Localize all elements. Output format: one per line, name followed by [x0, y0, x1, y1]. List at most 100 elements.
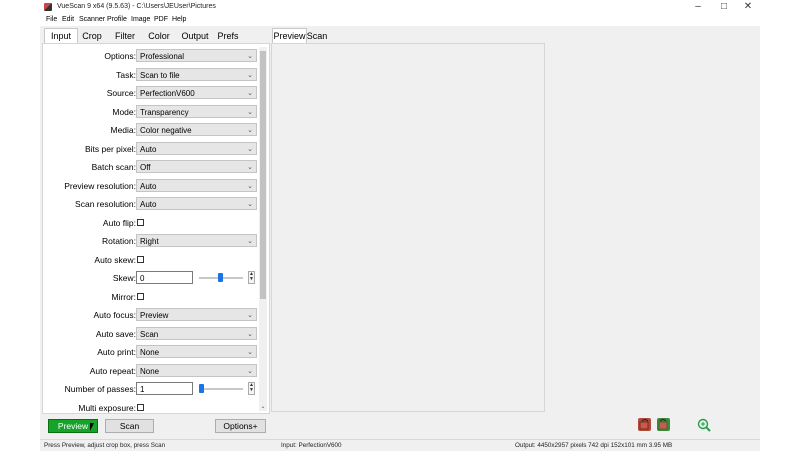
passes-label: Number of passes:: [64, 384, 136, 394]
close-icon[interactable]: ✕: [736, 0, 760, 14]
batch-row: Batch scan: Off ⌄: [43, 160, 261, 174]
batch-value: Off: [140, 163, 151, 172]
tab-color[interactable]: Color: [145, 29, 173, 43]
menu-file[interactable]: File: [46, 16, 57, 23]
chevron-down-icon: ⌄: [247, 182, 253, 190]
bottom-toolbar: Preview Scan Options+: [40, 414, 760, 438]
scan-button[interactable]: Scan: [105, 419, 154, 433]
scrollbar-thumb[interactable]: [260, 51, 266, 299]
status-output: Output: 4450x2957 pixels 742 dpi 152x101…: [515, 442, 673, 449]
auto-skew-checkbox[interactable]: [137, 255, 144, 263]
mode-dropdown[interactable]: Transparency ⌄: [136, 104, 257, 118]
media-dropdown[interactable]: Color negative ⌄: [136, 123, 257, 136]
auto-save-dropdown[interactable]: Scan ⌄: [136, 326, 257, 340]
rotation-row: Rotation: Right ⌄: [43, 234, 261, 248]
batch-label: Batch scan:: [91, 162, 136, 172]
tab-input[interactable]: Input: [44, 28, 78, 44]
mirror-checkbox[interactable]: [137, 292, 144, 300]
tab-crop[interactable]: Crop: [78, 29, 106, 43]
auto-repeat-label: Auto repeat:: [89, 365, 136, 376]
preview-resolution-label: Preview resolution:: [64, 180, 136, 191]
passes-spinner[interactable]: ▲ ▼: [248, 382, 255, 395]
mode-label: Mode:: [112, 106, 136, 117]
tab-filter[interactable]: Filter: [110, 29, 140, 43]
menu-scanner[interactable]: Scanner: [79, 16, 105, 23]
auto-print-dropdown[interactable]: None ⌄: [136, 345, 257, 358]
tab-scan[interactable]: Scan: [306, 29, 328, 43]
mirror-row: Mirror:: [43, 290, 261, 304]
app-icon: [44, 3, 52, 11]
chevron-down-icon: ⌄: [247, 127, 253, 134]
minimize-icon[interactable]: –: [686, 0, 710, 14]
status-hint: Press Preview, adjust crop box, press Sc…: [44, 442, 166, 449]
bits-dropdown[interactable]: Auto ⌄: [136, 141, 257, 155]
auto-flip-row: Auto flip:: [43, 216, 261, 230]
tab-output[interactable]: Output: [178, 29, 212, 43]
rotation-value: Right: [140, 237, 159, 246]
menu-help[interactable]: Help: [172, 16, 186, 23]
scan-resolution-label: Scan resolution:: [75, 199, 136, 209]
vuescan-window: VueScan 9 x64 (9.5.63) - C:\Users\JEUser…: [40, 0, 760, 451]
auto-repeat-dropdown[interactable]: None ⌄: [136, 363, 257, 377]
zoom-in-icon[interactable]: [697, 418, 711, 432]
rotate-right-icon[interactable]: [657, 418, 670, 431]
title-bar: VueScan 9 x64 (9.5.63) - C:\Users\JEUser…: [40, 0, 760, 14]
scroll-down-icon[interactable]: ⌄: [259, 403, 267, 411]
media-row: Media: Color negative ⌄: [43, 123, 261, 137]
source-dropdown[interactable]: PerfectionV600 ⌄: [136, 86, 257, 99]
chevron-down-icon: ⌄: [247, 201, 253, 208]
menu-profile[interactable]: Profile: [107, 16, 127, 23]
skew-label: Skew:: [112, 273, 136, 283]
preview-resolution-dropdown[interactable]: Auto ⌄: [136, 178, 257, 192]
skew-input[interactable]: 0: [136, 271, 193, 284]
source-label: Source:: [106, 88, 136, 98]
maximize-icon[interactable]: □: [712, 0, 736, 14]
passes-slider-track[interactable]: [199, 388, 243, 390]
rotate-left-icon[interactable]: [638, 418, 651, 431]
auto-flip-checkbox[interactable]: [137, 218, 144, 226]
skew-slider-thumb[interactable]: [218, 273, 223, 282]
bits-row: Bits per pixel: Auto ⌄: [43, 141, 261, 156]
chevron-down-icon: ⌄: [247, 349, 253, 356]
auto-skew-row: Auto skew:: [43, 253, 261, 267]
menu-edit[interactable]: Edit: [62, 16, 74, 23]
options-dropdown[interactable]: Professional ⌄: [136, 49, 257, 62]
passes-input[interactable]: 1: [136, 382, 193, 395]
task-dropdown[interactable]: Scan to file ⌄: [136, 67, 257, 81]
preview-area[interactable]: [271, 43, 545, 412]
tab-prefs[interactable]: Prefs: [213, 29, 243, 43]
passes-slider-thumb[interactable]: [199, 384, 204, 393]
task-label: Task:: [116, 69, 136, 80]
chevron-down-icon: ⌄: [247, 238, 253, 245]
bits-label: Bits per pixel:: [84, 143, 136, 154]
options-button[interactable]: Options+: [215, 419, 266, 433]
chevron-down-icon: ⌄: [247, 53, 253, 60]
chevron-down-icon: ⌄: [247, 312, 253, 319]
menu-image[interactable]: Image: [131, 16, 150, 23]
multi-exposure-checkbox[interactable]: [137, 403, 144, 411]
auto-save-value: Scan: [140, 329, 159, 339]
spin-down-icon[interactable]: ▼: [249, 277, 254, 282]
mirror-label: Mirror:: [111, 291, 136, 302]
spin-down-icon[interactable]: ▼: [249, 388, 254, 393]
settings-scrollbar[interactable]: ⌄: [259, 47, 267, 411]
batch-dropdown[interactable]: Off ⌄: [136, 160, 257, 173]
rotation-dropdown[interactable]: Right ⌄: [136, 234, 257, 247]
multi-exposure-row: Multi exposure:: [43, 401, 261, 415]
preview-panel: Preview Scan: [271, 27, 758, 412]
tab-preview[interactable]: Preview: [272, 28, 307, 44]
menu-pdf[interactable]: PDF: [154, 16, 168, 23]
chevron-down-icon: ⌄: [247, 90, 253, 97]
options-row: Options: Professional ⌄: [43, 49, 261, 63]
auto-save-label: Auto save:: [95, 328, 136, 339]
auto-focus-dropdown[interactable]: Preview ⌄: [136, 308, 257, 321]
skew-row: Skew: 0 ▲ ▼: [43, 271, 261, 285]
mouse-cursor-icon: [90, 423, 94, 431]
scan-resolution-dropdown[interactable]: Auto ⌄: [136, 197, 257, 210]
skew-spinner[interactable]: ▲ ▼: [248, 271, 255, 284]
media-label: Media:: [110, 125, 136, 135]
menu-bar: File Edit Scanner Profile Image PDF Help: [40, 14, 760, 26]
chevron-down-icon: ⌄: [247, 164, 253, 171]
bits-value: Auto: [140, 144, 157, 154]
chevron-down-icon: ⌄: [247, 145, 253, 153]
